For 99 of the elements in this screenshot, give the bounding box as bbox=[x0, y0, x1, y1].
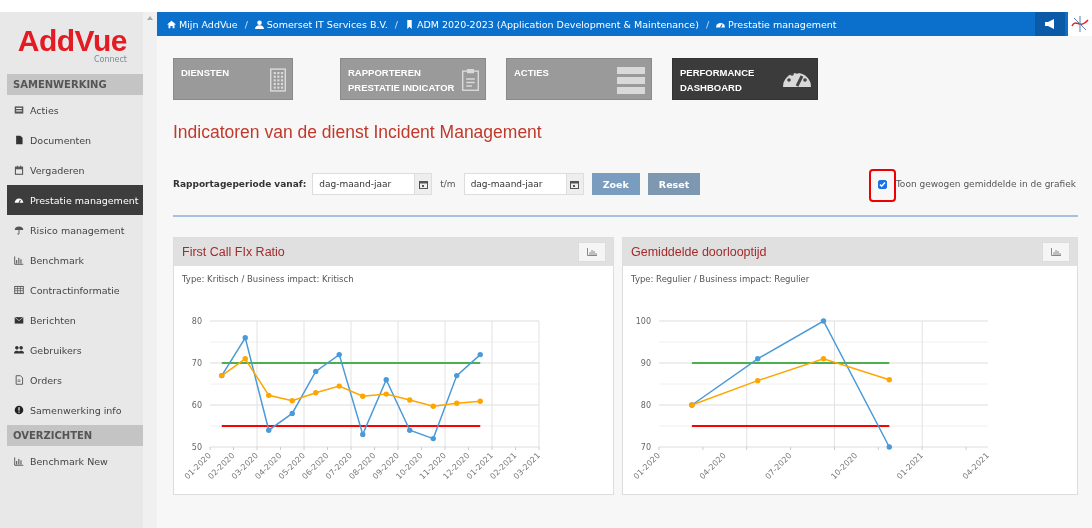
data-point bbox=[266, 392, 272, 399]
panel-title: Gemiddelde doorlooptijd bbox=[631, 245, 767, 259]
section-header: OVERZICHTEN bbox=[7, 425, 143, 446]
calendar-icon bbox=[570, 179, 580, 189]
sidebar-item[interactable]: Berichten bbox=[7, 305, 143, 335]
data-point bbox=[383, 377, 389, 383]
data-point bbox=[430, 403, 436, 409]
bar-chart-icon bbox=[14, 255, 24, 265]
data-point bbox=[477, 351, 483, 358]
calendar-icon bbox=[418, 179, 428, 189]
sidebar-item[interactable]: Vergaderen bbox=[7, 155, 143, 185]
data-point bbox=[313, 368, 319, 375]
panel-subtitle: Type: Kritisch / Business impact: Kritisch bbox=[181, 273, 355, 284]
bar-chart-icon bbox=[1051, 248, 1061, 256]
date-field[interactable]: dag-maand-jaar bbox=[312, 173, 415, 195]
data-point bbox=[336, 351, 342, 358]
breadcrumb-separator: / bbox=[244, 18, 248, 30]
data-point bbox=[383, 391, 389, 397]
sidebar-item[interactable]: Risico management bbox=[7, 215, 143, 245]
breadcrumb-separator: / bbox=[705, 18, 710, 30]
home-icon bbox=[167, 19, 176, 29]
y-tick-label: 100 bbox=[635, 317, 651, 326]
data-point bbox=[336, 383, 342, 389]
chart-type-button[interactable] bbox=[578, 242, 606, 262]
y-tick-label: 50 bbox=[191, 443, 202, 452]
envelope-icon bbox=[14, 315, 24, 325]
data-point bbox=[313, 390, 319, 396]
building-icon bbox=[270, 68, 286, 92]
range-separator: t/m bbox=[440, 179, 456, 189]
panel-subtitle: Type: Regulier / Business impact: Regulier bbox=[630, 273, 811, 284]
data-point bbox=[242, 335, 248, 341]
sidebar-item[interactable]: Acties bbox=[7, 95, 143, 125]
data-point bbox=[289, 410, 295, 417]
breadcrumb-link[interactable]: Somerset IT Services B.V. bbox=[254, 18, 388, 30]
data-point bbox=[755, 377, 761, 384]
period-label: Rapportageperiode vanaf: bbox=[173, 179, 307, 189]
announcement-button[interactable] bbox=[1035, 12, 1065, 36]
data-point bbox=[242, 356, 248, 362]
gauge-icon bbox=[783, 73, 811, 87]
brand-logo-icon[interactable] bbox=[1070, 14, 1090, 34]
data-point bbox=[820, 318, 827, 324]
table-icon bbox=[14, 285, 24, 295]
file-icon bbox=[14, 375, 24, 385]
sidebar-item[interactable]: Documenten bbox=[7, 125, 143, 155]
sidebar-item[interactable]: Gebruikers bbox=[7, 335, 143, 365]
date-field[interactable]: dag-maand-jaar bbox=[463, 173, 566, 195]
sidebar-item[interactable]: Samenwerking info bbox=[7, 395, 143, 425]
chart-type-button[interactable] bbox=[1042, 242, 1070, 262]
server-icon bbox=[617, 66, 645, 94]
data-point bbox=[430, 435, 436, 442]
y-tick-label: 80 bbox=[640, 401, 651, 410]
data-point bbox=[407, 427, 413, 433]
bar-chart-icon bbox=[14, 456, 24, 466]
checkbox-label: Toon gewogen gemiddelde in de grafiek bbox=[895, 179, 1076, 189]
breadcrumb-link[interactable]: Mijn AddVue bbox=[167, 18, 238, 30]
data-point bbox=[407, 397, 413, 403]
calendar-button[interactable] bbox=[414, 173, 433, 195]
bookmark-icon bbox=[404, 19, 414, 29]
umbrella-icon bbox=[14, 225, 24, 235]
sidebar-item[interactable]: Benchmark New bbox=[7, 446, 143, 476]
data-point bbox=[886, 377, 892, 383]
info-icon bbox=[14, 405, 24, 415]
y-tick-label: 70 bbox=[640, 443, 651, 452]
sidebar-item[interactable]: Orders bbox=[7, 365, 143, 395]
breadcrumb-separator: / bbox=[394, 18, 398, 30]
calendar-icon bbox=[14, 165, 24, 175]
bar-chart-icon bbox=[587, 248, 597, 256]
logo: AddVue bbox=[17, 26, 127, 56]
data-point bbox=[360, 431, 366, 438]
data-point bbox=[477, 398, 483, 404]
users-icon bbox=[14, 345, 24, 355]
logo-tagline: Connect bbox=[93, 55, 127, 64]
breadcrumb-link[interactable]: ADM 2020-2023 (Application Development & Maintenance) bbox=[404, 18, 699, 30]
y-tick-label: 60 bbox=[191, 401, 202, 410]
clipboard-icon bbox=[462, 69, 479, 91]
data-point bbox=[755, 356, 761, 362]
megaphone-icon bbox=[1044, 19, 1056, 29]
data-point bbox=[266, 427, 272, 433]
y-tick-label: 90 bbox=[640, 359, 651, 368]
y-tick-label: 70 bbox=[191, 359, 202, 368]
nav-tile[interactable]: PERFORMANCE DASHBOARD bbox=[672, 58, 818, 100]
sidebar-item[interactable]: Prestatie management bbox=[7, 185, 143, 215]
sidebar-item[interactable]: Contractinformatie bbox=[7, 275, 143, 305]
data-point bbox=[820, 356, 827, 362]
document-icon bbox=[14, 135, 24, 145]
user-icon bbox=[254, 19, 264, 29]
data-point bbox=[454, 400, 460, 406]
list-icon bbox=[14, 105, 24, 115]
data-point bbox=[289, 398, 295, 404]
y-tick-label: 80 bbox=[191, 317, 202, 326]
page-heading: Indicatoren van de dienst Incident Management bbox=[173, 122, 543, 143]
checkbox[interactable] bbox=[877, 179, 887, 189]
panel-title: First Call FIx Ratio bbox=[182, 245, 285, 259]
sidebar-item[interactable]: Benchmark bbox=[7, 245, 143, 275]
data-point bbox=[886, 444, 892, 450]
section-header: SAMENWERKING bbox=[7, 74, 143, 95]
data-point bbox=[454, 372, 460, 379]
breadcrumb-link[interactable]: Prestatie management bbox=[716, 18, 837, 30]
data-point bbox=[360, 393, 366, 399]
